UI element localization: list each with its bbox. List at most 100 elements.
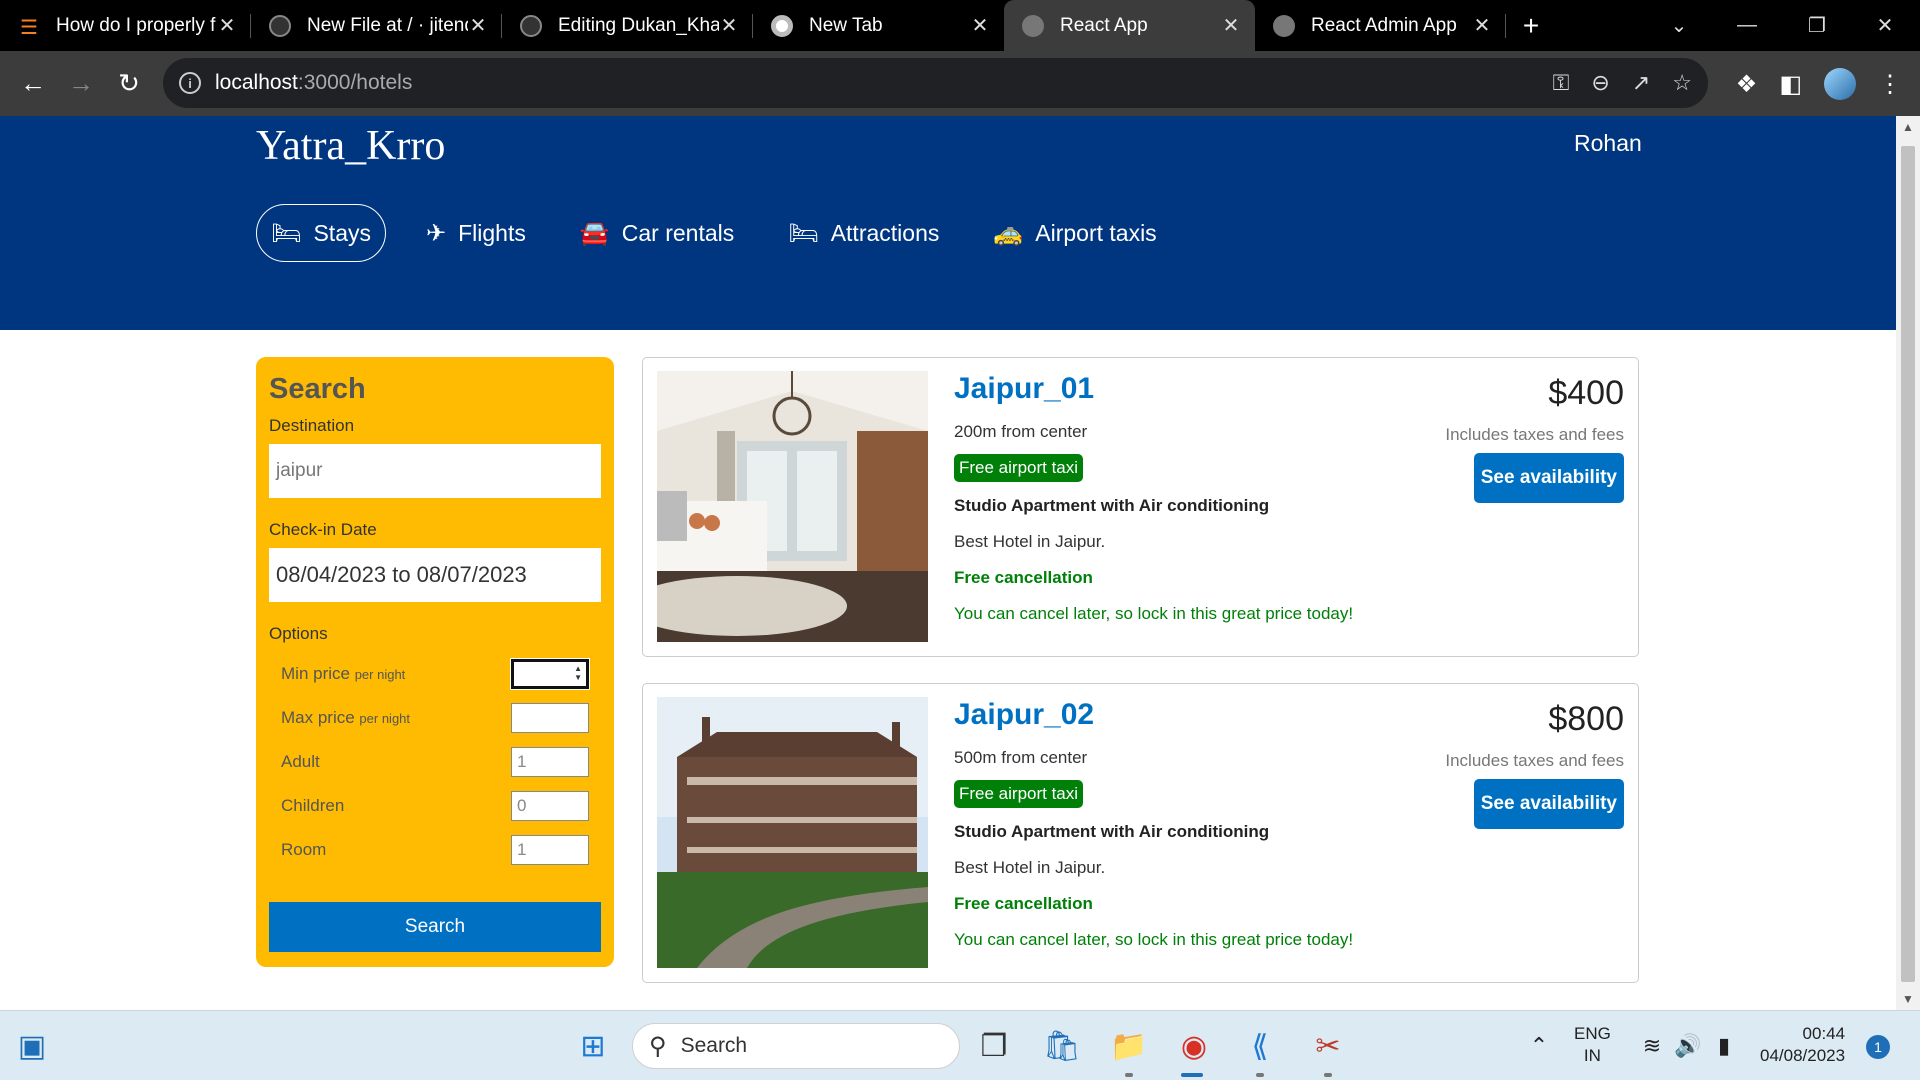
scroll-thumb[interactable] [1901, 146, 1915, 982]
minimize-button[interactable]: — [1712, 0, 1782, 51]
address-bar[interactable]: i localhost :3000/hotels ⚿ ⊖ ↗ ☆ [163, 58, 1708, 108]
tab-react-app[interactable]: React App ✕ [1004, 0, 1255, 51]
snipping-tool-icon[interactable]: ✂ [1308, 1026, 1348, 1066]
task-view-icon[interactable]: ❐ [974, 1026, 1014, 1066]
nav-stays[interactable]: 🛏 Stays [256, 204, 386, 262]
extensions-puzzle-icon[interactable]: ❖ [1736, 70, 1758, 99]
language-indicator[interactable]: ENG IN [1574, 1023, 1611, 1067]
volume-icon[interactable]: 🔊 [1668, 1026, 1708, 1066]
see-availability-button[interactable]: See availability [1473, 779, 1624, 829]
chevron-up-icon[interactable]: ⌃ [1519, 1026, 1559, 1066]
option-label: Adult [281, 752, 320, 771]
destination-label: Destination [269, 416, 355, 435]
close-icon[interactable]: ✕ [970, 13, 990, 38]
battery-icon[interactable]: ▮ [1704, 1026, 1744, 1066]
scroll-up-icon[interactable]: ▲ [1896, 120, 1920, 134]
key-icon[interactable]: ⚿ [1553, 70, 1570, 96]
nav-airport-taxis[interactable]: 🚕 Airport taxis [979, 204, 1170, 262]
taxi-badge: Free airport taxi [954, 454, 1084, 482]
destination-placeholder: jaipur [276, 460, 323, 481]
tab-github-editing[interactable]: Editing Dukan_Khat ✕ [502, 0, 753, 51]
bookmark-star-icon[interactable]: ☆ [1672, 70, 1692, 96]
new-tab-button[interactable]: + [1506, 10, 1556, 42]
option-max-price: Max price per night [269, 696, 601, 740]
children-input[interactable]: 0 [511, 791, 589, 821]
taskbar-search[interactable]: ⚲ Search [632, 1023, 960, 1069]
room-input[interactable]: 1 [511, 835, 589, 865]
plane-icon: ✈ [426, 219, 447, 247]
max-price-input[interactable] [511, 703, 589, 733]
side-panel-icon[interactable]: ◧ [1779, 70, 1802, 99]
page-content: Yatra_Krro Rohan 🛏 Stays ✈ Flights 🚘 Car… [0, 116, 1896, 1010]
globe-icon [1273, 14, 1295, 37]
menu-kebab-icon[interactable]: ⋮ [1878, 70, 1902, 99]
close-icon[interactable]: ✕ [1472, 13, 1492, 38]
close-icon[interactable]: ✕ [719, 13, 739, 38]
tax-note: Includes taxes and fees [1445, 751, 1624, 770]
tab-title: New File at / · jitend [307, 14, 468, 36]
share-icon[interactable]: ↗ [1632, 70, 1650, 96]
spinner-icon[interactable]: ▲ ▼ [574, 664, 582, 682]
destination-input[interactable]: jaipur [269, 444, 601, 498]
search-title: Search [269, 373, 366, 405]
tab-react-admin-app[interactable]: React Admin App ✕ [1255, 0, 1506, 51]
hotel-image [657, 697, 928, 968]
wifi-icon[interactable]: ≋ [1632, 1026, 1672, 1066]
reload-button[interactable]: ↻ [105, 60, 153, 108]
close-icon[interactable]: ✕ [468, 13, 488, 38]
zoom-out-icon[interactable]: ⊖ [1591, 70, 1609, 96]
site-logo[interactable]: Yatra_Krro [256, 122, 445, 170]
windows-start-icon[interactable]: ⊞ [573, 1026, 613, 1066]
hotel-name[interactable]: Jaipur_02 [954, 698, 1353, 732]
option-label: Max price per night [281, 708, 411, 727]
tab-stackoverflow[interactable]: ☰ How do I properly f ✕ [0, 0, 251, 51]
nav-attractions[interactable]: 🛏 Attractions [774, 204, 953, 262]
nav-label: Attractions [830, 219, 940, 246]
close-icon[interactable]: ✕ [217, 13, 237, 38]
os-taskbar: ▣ ⊞ ⚲ Search ❐ 🛍 📁 ◉ ⟪ ✂ ⌃ ENG IN ≋ 🔊 ▮ … [0, 1010, 1920, 1080]
taxi-badge: Free airport taxi [954, 780, 1084, 808]
nav-car-rentals[interactable]: 🚘 Car rentals [566, 204, 748, 262]
github-icon [269, 14, 291, 37]
checkin-value: 08/04/2023 to 08/07/2023 [276, 562, 527, 587]
widgets-icon[interactable]: ▣ [12, 1026, 52, 1066]
adult-input[interactable]: 1 [511, 747, 589, 777]
option-adult: Adult 1 [269, 740, 601, 784]
tab-title: New Tab [809, 14, 883, 36]
nav-label: Stays [313, 219, 371, 246]
page-scrollbar[interactable]: ▲ ▼ [1896, 116, 1920, 1010]
url-path: :3000/hotels [297, 71, 413, 94]
close-icon[interactable]: ✕ [1221, 13, 1241, 38]
see-availability-button[interactable]: See availability [1473, 453, 1624, 503]
cancel-subtitle: You can cancel later, so lock in this gr… [954, 930, 1354, 949]
tab-github-new-file[interactable]: New File at / · jitend ✕ [251, 0, 502, 51]
nav-flights[interactable]: ✈ Flights [412, 204, 540, 262]
back-button[interactable]: ← [9, 60, 57, 108]
tab-search-chevron-icon[interactable]: ⌄ [1644, 0, 1714, 51]
user-name[interactable]: Rohan [1574, 130, 1642, 157]
min-price-input[interactable]: ▲ ▼ [510, 658, 590, 690]
forward-button[interactable]: → [57, 60, 105, 108]
site-info-icon[interactable]: i [179, 72, 201, 94]
tab-new-tab[interactable]: New Tab ✕ [753, 0, 1004, 51]
github-icon [520, 14, 542, 37]
search-icon: ⚲ [649, 1032, 667, 1060]
chrome-icon[interactable]: ◉ [1174, 1026, 1214, 1066]
hotel-name[interactable]: Jaipur_01 [954, 372, 1353, 406]
window-close-button[interactable]: ✕ [1850, 0, 1920, 51]
profile-avatar[interactable] [1824, 68, 1856, 100]
tab-title: React Admin App [1311, 14, 1457, 36]
notification-badge[interactable]: 1 [1866, 1035, 1890, 1059]
file-explorer-icon[interactable]: 📁 [1109, 1026, 1149, 1066]
hotel-card: Jaipur_02 500m from center Free airport … [642, 683, 1639, 983]
store-icon[interactable]: 🛍 [1042, 1026, 1082, 1066]
restore-button[interactable]: ❐ [1782, 0, 1852, 51]
chrome-icon [771, 14, 793, 37]
clock[interactable]: 00:44 04/08/2023 [1760, 1023, 1845, 1067]
scroll-down-icon[interactable]: ▼ [1896, 992, 1920, 1006]
checkin-date-input[interactable]: 08/04/2023 to 08/07/2023 [269, 548, 601, 602]
vscode-icon[interactable]: ⟪ [1240, 1026, 1280, 1066]
tab-title: Editing Dukan_Khat [558, 14, 719, 36]
search-button[interactable]: Search [269, 902, 601, 952]
hotel-image [657, 371, 928, 642]
